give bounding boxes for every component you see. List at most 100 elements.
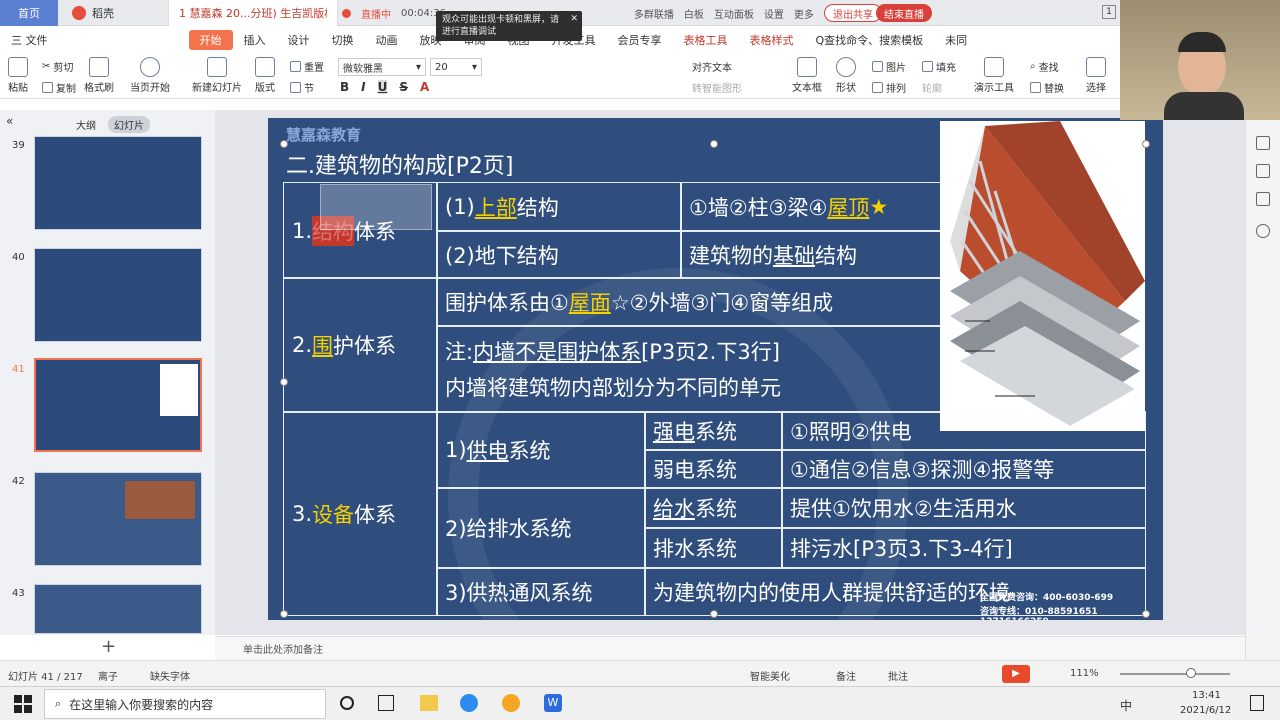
task-view-icon[interactable] <box>378 695 394 711</box>
weak-current-value[interactable]: ①通信②信息③探测④报警等 <box>781 449 1146 489</box>
notes-button[interactable]: 备注 <box>836 668 856 683</box>
row1-sub2[interactable]: (2)地下结构 <box>436 230 682 279</box>
pen-icon[interactable] <box>1256 164 1270 178</box>
missing-font[interactable]: 缺失字体 <box>150 668 190 683</box>
shape-button[interactable]: 形状 <box>836 57 856 94</box>
collapse-icon[interactable]: « <box>6 114 13 128</box>
heating-ventilation[interactable]: 3)供热通风系统 <box>436 567 646 616</box>
beautify-button[interactable]: 智能美化 <box>750 668 790 683</box>
zoom-slider[interactable] <box>1120 673 1230 675</box>
bold-icon[interactable]: B <box>340 80 349 94</box>
floating-mini-toolbar[interactable] <box>320 184 432 230</box>
row2-line1[interactable]: 围护体系由① 屋面 ☆②外墙③门④窗等组成 <box>436 277 946 327</box>
arrange-button[interactable]: 排列 <box>872 80 906 95</box>
menu-design[interactable]: 设计 <box>277 30 321 50</box>
app-icon[interactable] <box>460 694 478 712</box>
slides-tab[interactable]: 幻灯片 <box>108 116 150 133</box>
settings-button[interactable]: 设置 <box>764 6 784 21</box>
comment-button[interactable]: 批注 <box>888 668 908 683</box>
zoom-slider-thumb[interactable] <box>1186 668 1196 678</box>
copy-icon[interactable] <box>1256 192 1270 206</box>
resize-handle[interactable] <box>280 610 288 618</box>
menu-transition[interactable]: 切换 <box>321 30 365 50</box>
font-size-select[interactable]: 20 ▾ <box>430 58 482 76</box>
text-align-button[interactable]: 对齐文本 <box>692 59 732 74</box>
layout-button[interactable]: 版式 <box>255 57 275 94</box>
house-structure-image[interactable] <box>940 121 1145 431</box>
outline-tab[interactable]: 大纲 <box>70 116 102 133</box>
add-slide-icon[interactable]: + <box>101 636 116 657</box>
section-button[interactable]: 节 <box>290 80 314 95</box>
format-painter-button[interactable]: 格式刷 <box>84 57 114 94</box>
notification-icon[interactable] <box>1250 695 1264 711</box>
menu-table-tools[interactable]: 表格工具 <box>673 30 739 50</box>
row2-note[interactable]: 注:内墙不是围护体系[P3页2.下3行] 内墙将建筑物内部划分为不同的单元 <box>436 325 946 413</box>
multi-group-button[interactable]: 多群联播 <box>634 6 674 21</box>
cloud-sync[interactable]: 未同 <box>934 30 978 50</box>
textbox-button[interactable]: 文本框 <box>792 57 822 94</box>
font-name-select[interactable]: 微软雅黑 ▾ <box>338 58 426 76</box>
slide-thumbnail[interactable] <box>34 472 202 566</box>
file-explorer-icon[interactable] <box>420 695 438 711</box>
menu-home[interactable]: 开始 <box>188 30 233 50</box>
interaction-panel-button[interactable]: 互动面板 <box>714 6 754 21</box>
menu-file[interactable]: 三 文件 <box>0 30 59 50</box>
slide-thumbnail-selected[interactable] <box>34 358 202 452</box>
water-supply-value[interactable]: 提供①饮用水②生活用水 <box>781 487 1146 529</box>
fill-button[interactable]: 填充 <box>922 59 956 74</box>
drainage-value[interactable]: 排污水[P3页3.下3-4行] <box>781 527 1146 569</box>
row3-label[interactable]: 3. 设备 体系 <box>283 411 438 616</box>
end-live-button[interactable]: 结束直播 <box>876 4 932 22</box>
play-slideshow-button[interactable]: ▶ <box>1002 665 1030 683</box>
close-icon[interactable]: ✕ <box>570 13 578 25</box>
slide-title[interactable]: 二.建筑物的构成[P2页] <box>286 148 513 180</box>
windows-start-icon[interactable] <box>14 695 32 713</box>
paste-button[interactable]: 粘贴 <box>8 57 28 94</box>
zoom-level[interactable]: 111% <box>1070 668 1099 679</box>
weak-current[interactable]: 弱电系统 <box>644 449 783 489</box>
resize-handle[interactable] <box>280 140 288 148</box>
notes-pane[interactable]: 单击此处添加备注 <box>215 636 1245 660</box>
water-system[interactable]: 2)给排水系统 <box>436 487 646 569</box>
menu-insert[interactable]: 插入 <box>233 30 277 50</box>
resize-handle[interactable] <box>280 378 288 386</box>
outline-button[interactable]: 轮廓 <box>922 80 942 95</box>
row1-sub1-value[interactable]: ①墙②柱③梁④ 屋顶 ★ <box>680 182 942 232</box>
more-button[interactable]: 更多 <box>794 6 814 21</box>
row1-sub2-value[interactable]: 建筑物的 基础 结构 <box>680 230 942 279</box>
resize-handle[interactable] <box>1142 140 1150 148</box>
app-icon[interactable] <box>502 694 520 712</box>
play-current-button[interactable]: 当页开始 <box>130 57 170 94</box>
menu-animation[interactable]: 动画 <box>365 30 409 50</box>
adjust-icon[interactable] <box>1256 136 1270 150</box>
replace-button[interactable]: 替换 <box>1030 80 1064 95</box>
resize-handle[interactable] <box>710 140 718 148</box>
document-tab[interactable]: 1 慧嘉森 20...分班) 生吉凯版权 <box>168 0 338 26</box>
row2-label[interactable]: 2. 围护体系 <box>283 277 438 413</box>
slide-thumbnail[interactable] <box>34 584 202 634</box>
resize-handle[interactable] <box>710 610 718 618</box>
exit-share-button[interactable]: 退出共享 <box>824 4 882 22</box>
new-slide-button[interactable]: 新建幻灯片 <box>192 57 242 94</box>
strong-current[interactable]: 强电 系统 <box>644 411 783 451</box>
drainage[interactable]: 排水系统 <box>644 527 783 569</box>
resize-handle[interactable] <box>1142 610 1150 618</box>
water-supply[interactable]: 给水 系统 <box>644 487 783 529</box>
cortana-icon[interactable] <box>340 696 354 710</box>
italic-icon[interactable]: I <box>361 80 365 94</box>
wps-icon[interactable]: W <box>544 694 562 712</box>
smart-shape-button[interactable]: 转智能图形 <box>692 80 742 95</box>
ime-indicator[interactable]: 中 <box>1120 697 1132 714</box>
reset-button[interactable]: 重置 <box>290 59 324 74</box>
row1-sub1[interactable]: (1) 上部 结构 <box>436 182 682 232</box>
find-button[interactable]: ⌕ 查找 <box>1030 59 1059 74</box>
help-icon[interactable] <box>1256 224 1270 238</box>
slide-thumbnail[interactable] <box>34 136 202 230</box>
menu-member[interactable]: 会员专享 <box>607 30 673 50</box>
theme-name[interactable]: 离子 <box>98 668 118 683</box>
search-command[interactable]: Q查找命令、搜索模板 <box>805 30 935 50</box>
home-tab[interactable]: 首页 <box>0 0 58 26</box>
taskbar-search[interactable]: ⌕ 在这里输入你要搜索的内容 <box>44 689 326 719</box>
power-system[interactable]: 1) 供电 系统 <box>436 411 646 489</box>
copy-button[interactable]: 复制 <box>42 80 76 95</box>
